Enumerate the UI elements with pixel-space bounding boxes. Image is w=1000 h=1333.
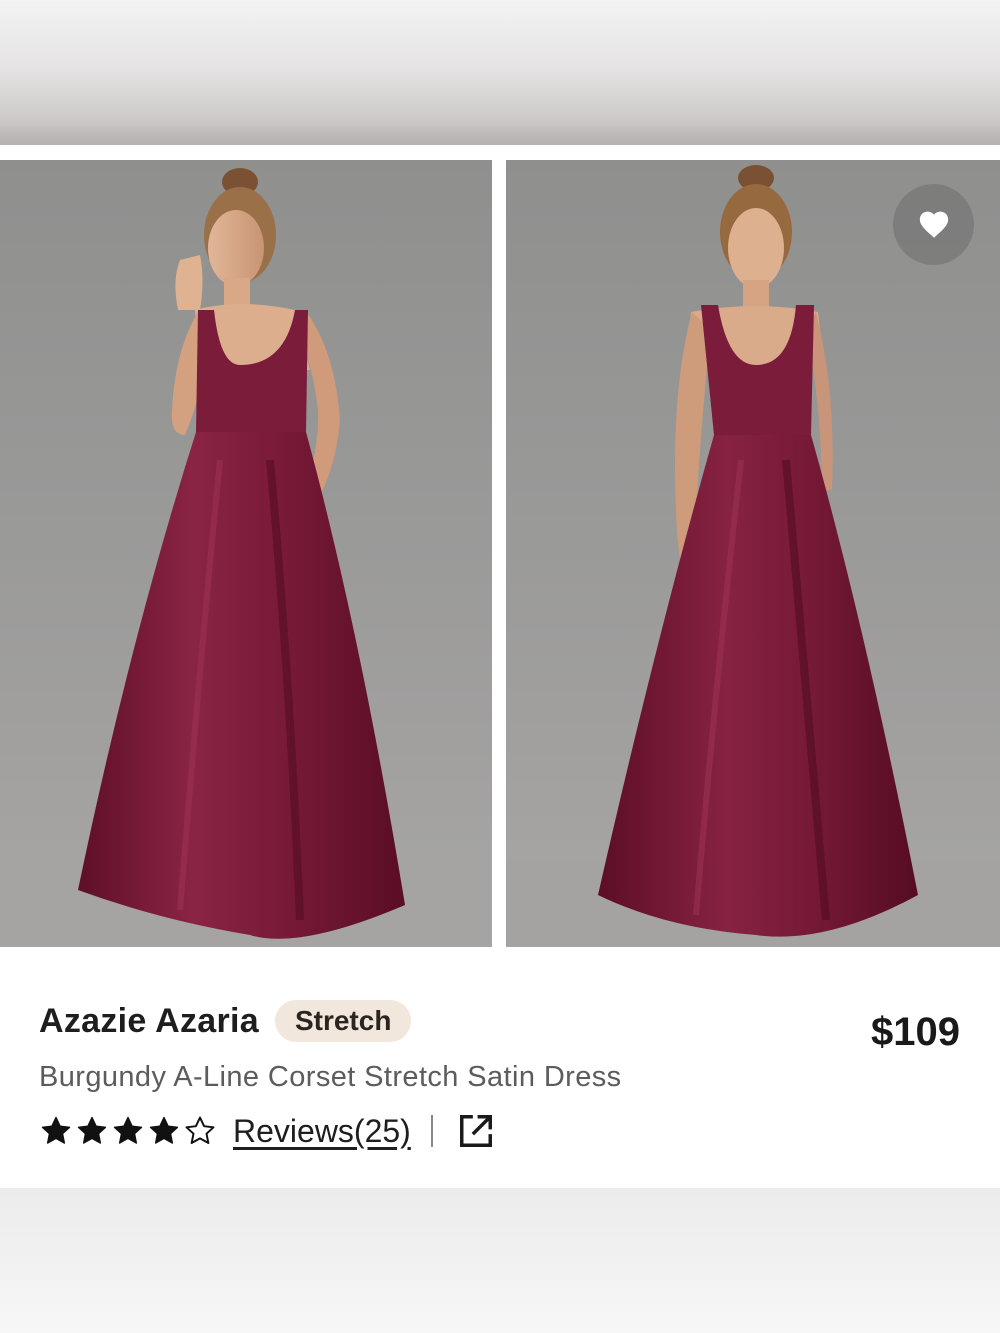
star-filled-icon: [77, 1116, 107, 1144]
top-banner: [0, 0, 1000, 145]
bottom-area: [0, 1188, 1000, 1333]
external-link-icon[interactable]: [457, 1112, 495, 1150]
price: $109: [871, 1010, 960, 1054]
product-image-2[interactable]: [506, 160, 1000, 947]
model-photo-left: [0, 168, 492, 947]
favorite-button[interactable]: [893, 184, 974, 265]
brand-row: Azazie Azaria Stretch: [39, 1000, 412, 1042]
product-info: Azazie Azaria Stretch $109 Burgundy A-Li…: [0, 948, 1000, 1188]
product-image-1[interactable]: [0, 160, 492, 947]
rating-stars: [39, 1114, 219, 1148]
product-name[interactable]: Burgundy A-Line Corset Stretch Satin Dre…: [39, 1061, 622, 1094]
brand-name[interactable]: Azazie Azaria: [39, 1002, 259, 1041]
reviews-link[interactable]: Reviews(25): [233, 1113, 411, 1150]
product-page: Azazie Azaria Stretch $109 Burgundy A-Li…: [0, 0, 1000, 1333]
star-filled-icon: [113, 1116, 143, 1144]
rating-row: Reviews(25): [39, 1112, 495, 1150]
stretch-tag: Stretch: [274, 1000, 412, 1042]
divider: [430, 1115, 433, 1147]
heart-icon: [919, 211, 948, 238]
star-filled-icon: [149, 1116, 179, 1144]
star-filled-icon: [41, 1116, 71, 1144]
star-empty-icon: [185, 1116, 215, 1145]
model-photo-right: [506, 165, 1000, 947]
